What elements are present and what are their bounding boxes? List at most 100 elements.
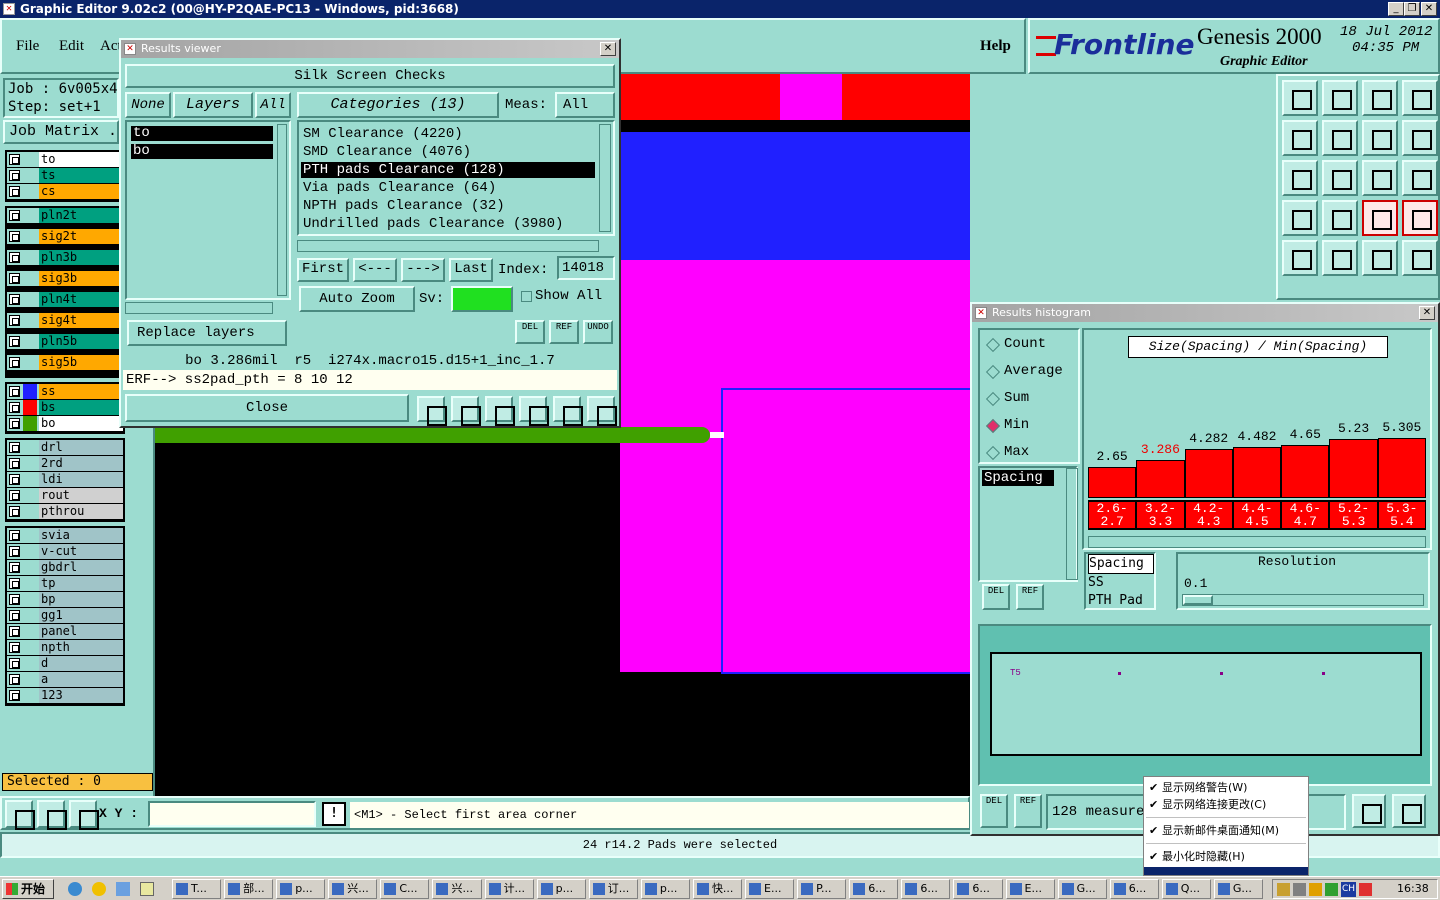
layer-color-swatch[interactable] xyxy=(23,672,37,687)
first-button[interactable]: First xyxy=(297,258,349,282)
layer-result-item[interactable]: bo xyxy=(131,144,273,159)
layer-color-swatch[interactable] xyxy=(23,416,37,431)
layer-checkbox[interactable] xyxy=(9,154,20,165)
categories-hscroll[interactable] xyxy=(297,240,599,252)
category-item[interactable]: PTH pads Clearance (128) xyxy=(301,162,595,178)
layer-row-pln5b[interactable]: pln5b xyxy=(7,334,123,349)
histogram-bar[interactable] xyxy=(1136,460,1185,498)
histogram-bar[interactable] xyxy=(1184,449,1233,498)
histogram-bar[interactable] xyxy=(1232,447,1282,498)
layer-checkbox[interactable] xyxy=(9,674,20,685)
layer-name[interactable]: d xyxy=(39,656,123,671)
taskbar-item[interactable]: 6... xyxy=(901,879,951,899)
histogram-bar[interactable] xyxy=(1281,445,1330,498)
layer-checkbox[interactable] xyxy=(9,658,20,669)
ruler-icon[interactable] xyxy=(1362,240,1398,276)
layer-name[interactable]: bo xyxy=(39,416,123,431)
histogram-bar[interactable] xyxy=(1088,467,1137,498)
maximize-button[interactable]: ❐ xyxy=(1404,2,1420,16)
layer-name[interactable]: sig3b xyxy=(39,271,123,286)
layer-color-swatch[interactable] xyxy=(23,488,37,503)
menu-item-highlighted[interactable] xyxy=(1144,867,1308,875)
hist-ref-button[interactable]: REF xyxy=(1016,584,1044,610)
layer-row-2rd[interactable]: 2rd xyxy=(7,456,123,471)
category-item[interactable]: SM Clearance (4220) xyxy=(301,126,595,142)
layer-color-swatch[interactable] xyxy=(23,504,37,519)
layer-color-swatch[interactable] xyxy=(23,560,37,575)
exclamation-icon[interactable]: ! xyxy=(322,802,346,826)
taskbar-item[interactable]: p... xyxy=(640,879,690,899)
layer-color-swatch[interactable] xyxy=(23,168,37,183)
layer-checkbox[interactable] xyxy=(9,474,20,485)
sv-color-select[interactable] xyxy=(451,286,513,312)
layer-color-swatch[interactable] xyxy=(23,384,37,399)
last-button[interactable]: Last xyxy=(449,258,493,282)
layer-name[interactable]: drl xyxy=(39,440,123,455)
meas-type-item[interactable]: SS xyxy=(1088,574,1154,592)
meas-select[interactable]: All xyxy=(555,92,615,118)
layer-color-swatch[interactable] xyxy=(23,656,37,671)
layer-checkbox[interactable] xyxy=(9,530,20,541)
layer-checkbox[interactable] xyxy=(9,170,20,181)
categories-scrollbar[interactable] xyxy=(599,124,611,232)
snap-icon[interactable] xyxy=(1322,200,1358,236)
taskbar-item[interactable]: E... xyxy=(745,879,795,899)
layer-row-pln4t[interactable]: pln4t xyxy=(7,292,123,307)
tray-app-icon[interactable] xyxy=(1277,883,1290,896)
auto-zoom-select[interactable]: Auto Zoom xyxy=(299,286,415,312)
layer-row-pln2t[interactable]: pln2t xyxy=(7,208,123,223)
layer-color-swatch[interactable] xyxy=(23,355,37,370)
layer-row-sig4t[interactable]: sig4t xyxy=(7,313,123,328)
layer-color-swatch[interactable] xyxy=(23,544,37,559)
layer-checkbox[interactable] xyxy=(9,418,20,429)
scale-icon[interactable] xyxy=(1362,160,1398,196)
layer-color-swatch[interactable] xyxy=(23,184,37,199)
layer-color-swatch[interactable] xyxy=(23,292,37,307)
layer-checkbox[interactable] xyxy=(9,626,20,637)
layers-button[interactable]: Layers xyxy=(173,92,253,118)
category-item[interactable]: NPTH pads Clearance (32) xyxy=(301,198,595,214)
layer-checkbox[interactable] xyxy=(9,458,20,469)
layer-name[interactable]: to xyxy=(39,152,123,167)
layer-list-hscroll[interactable] xyxy=(125,302,273,314)
index-input[interactable]: 14018 xyxy=(557,256,615,280)
layer-row-svia[interactable]: svia xyxy=(7,528,123,543)
histogram-bar[interactable] xyxy=(1329,439,1378,498)
histogram-hscroll[interactable] xyxy=(1088,536,1426,548)
mode-radio-count[interactable]: Count xyxy=(984,336,1074,356)
layer-row-gbdrl[interactable]: gbdrl xyxy=(7,560,123,575)
layer-name[interactable]: cs xyxy=(39,184,123,199)
meas-type-item[interactable]: PTH Pad xyxy=(1088,592,1154,610)
layer-color-swatch[interactable] xyxy=(23,208,37,223)
layer-row-npth[interactable]: npth xyxy=(7,640,123,655)
none-button[interactable]: None xyxy=(125,92,171,118)
layer-row-panel[interactable]: panel xyxy=(7,624,123,639)
layer-row-a[interactable]: a xyxy=(7,672,123,687)
taskbar-item[interactable]: 部... xyxy=(224,879,274,899)
layer-checkbox[interactable] xyxy=(9,490,20,501)
ref-button[interactable]: REF xyxy=(549,320,579,344)
layer-checkbox[interactable] xyxy=(9,252,20,263)
layer-checkbox[interactable] xyxy=(9,294,20,305)
zoom-in-icon[interactable] xyxy=(1402,80,1438,116)
layer-row-ts[interactable]: ts xyxy=(7,168,123,183)
show-all-checkbox[interactable] xyxy=(521,291,532,302)
taskbar-item[interactable]: 快... xyxy=(692,879,743,899)
net-icon[interactable] xyxy=(1362,200,1398,236)
taskbar-item[interactable]: E... xyxy=(1005,879,1055,899)
layer-name[interactable]: pln3b xyxy=(39,250,123,265)
job-matrix-button[interactable]: Job Matrix . xyxy=(3,120,119,144)
layer-checkbox[interactable] xyxy=(9,562,20,573)
measure-tool-icon[interactable] xyxy=(37,800,67,830)
taskbar-item[interactable]: G... xyxy=(1213,879,1263,899)
del-button[interactable]: DEL xyxy=(515,320,545,344)
layer-checkbox[interactable] xyxy=(9,273,20,284)
rotate-icon[interactable] xyxy=(1402,120,1438,156)
measurement-scrollbar[interactable] xyxy=(1066,468,1078,580)
layer-row-bo[interactable]: bo xyxy=(7,416,123,431)
layer-name[interactable]: bp xyxy=(39,592,123,607)
layer-checkbox[interactable] xyxy=(9,610,20,621)
layer-color-swatch[interactable] xyxy=(23,456,37,471)
layer-name[interactable]: a xyxy=(39,672,123,687)
quicklaunch-note-icon[interactable] xyxy=(140,882,154,896)
